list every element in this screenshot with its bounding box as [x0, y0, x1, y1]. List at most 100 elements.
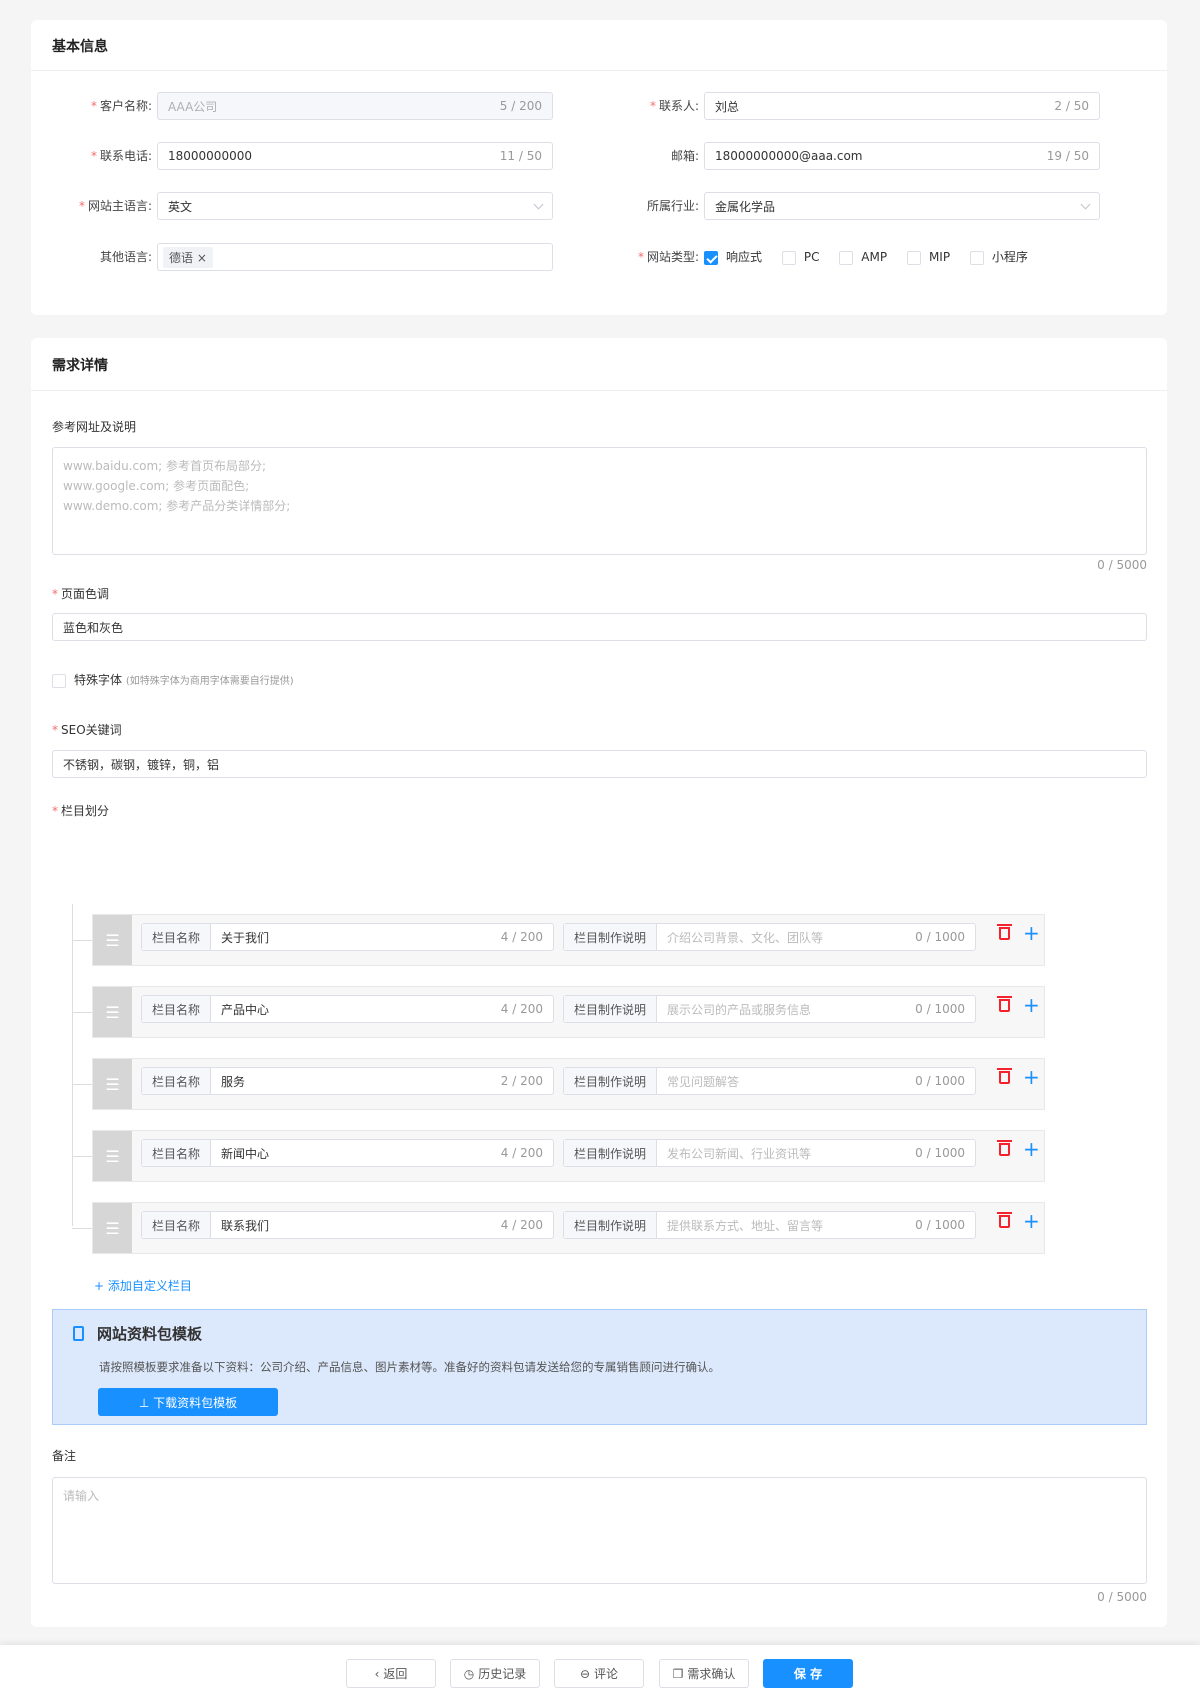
delete-icon[interactable]	[997, 1212, 1012, 1228]
column-desc-input[interactable]: 栏目制作说明 提供联系方式、地址、留言等 0 / 1000	[563, 1211, 976, 1239]
template-banner: 网站资料包模板 请按照模板要求准备以下资料：公司介绍、产品信息、图片素材等。准备…	[52, 1309, 1147, 1425]
column-name-input[interactable]: 栏目名称 新闻中心 4 / 200	[141, 1139, 554, 1167]
divider	[31, 70, 1167, 71]
column-name-input[interactable]: 栏目名称 关于我们 4 / 200	[141, 923, 554, 951]
close-icon[interactable]: ×	[197, 251, 207, 265]
seo-input[interactable]: 不锈钢，碳钢，镀锌，铜，铝	[52, 750, 1147, 778]
tree-branch	[72, 1084, 92, 1085]
column-desc-input[interactable]: 栏目制作说明 发布公司新闻、行业资讯等 0 / 1000	[563, 1139, 976, 1167]
input-value: 18000000000	[168, 149, 252, 163]
delete-icon[interactable]	[997, 996, 1012, 1012]
input-value: 服务	[221, 1074, 246, 1089]
column-name-input[interactable]: 栏目名称 服务 2 / 200	[141, 1067, 554, 1095]
reference-label: 参考网址及说明	[52, 420, 137, 434]
input-prefix: 栏目制作说明	[564, 924, 658, 950]
delete-icon[interactable]	[997, 1068, 1012, 1084]
column-row: ☰ 栏目名称 关于我们 4 / 200 栏目制作说明 介绍公司背景、文化、团队等…	[92, 914, 1045, 966]
input-prefix: 栏目名称	[142, 1140, 212, 1166]
column-name-input[interactable]: 栏目名称 联系我们 4 / 200	[141, 1211, 554, 1239]
customer-name-label: * 客户名称:	[90, 99, 152, 113]
char-count: 11 / 50	[499, 149, 542, 163]
main-language-select[interactable]: 英文	[157, 192, 553, 220]
add-icon[interactable]: +	[1023, 993, 1040, 1017]
input-value: 刘总	[715, 99, 740, 114]
page-color-input[interactable]: 蓝色和灰色	[52, 613, 1147, 641]
phone-label: * 联系电话:	[90, 149, 152, 163]
checkbox-icon	[52, 673, 66, 688]
font-hint: (如特殊字体为商用字体需要自行提供)	[125, 676, 294, 687]
checkbox-icon	[906, 250, 921, 265]
special-font-checkbox[interactable]: 特殊字体 (如特殊字体为商用字体需要自行提供)	[52, 671, 294, 688]
contact-input[interactable]: 刘总 2 / 50	[704, 92, 1100, 120]
email-input[interactable]: 18000000000@aaa.com 19 / 50	[704, 142, 1100, 170]
confirm-button[interactable]: ❐ 需求确认	[659, 1659, 749, 1688]
history-button[interactable]: ◷ 历史记录	[450, 1659, 540, 1688]
download-template-button[interactable]: ⊥ 下载资料包模板	[98, 1388, 278, 1416]
phone-input[interactable]: 18000000000 11 / 50	[157, 142, 553, 170]
checkbox-pc[interactable]: PC	[781, 250, 819, 265]
input-prefix: 栏目名称	[142, 1212, 212, 1238]
char-count: 0 / 1000	[915, 1002, 965, 1016]
char-count: 2 / 200	[500, 1074, 543, 1088]
drag-handle-icon[interactable]: ☰	[93, 915, 132, 965]
input-prefix: 栏目制作说明	[564, 1068, 658, 1094]
remark-textarea[interactable]: 请输入	[52, 1477, 1147, 1584]
add-icon[interactable]: +	[1023, 1209, 1040, 1233]
add-icon[interactable]: +	[1023, 1065, 1040, 1089]
checkbox-miniprogram[interactable]: 小程序	[969, 250, 1028, 265]
input-prefix: 栏目名称	[142, 996, 212, 1022]
delete-icon[interactable]	[997, 1140, 1012, 1156]
column-desc-input[interactable]: 栏目制作说明 展示公司的产品或服务信息 0 / 1000	[563, 995, 976, 1023]
input-value: AAA公司	[168, 99, 218, 114]
checkbox-amp[interactable]: AMP	[839, 250, 887, 265]
chevron-left-icon: ‹	[374, 1666, 380, 1681]
input-prefix: 栏目名称	[142, 1068, 212, 1094]
column-desc-input[interactable]: 栏目制作说明 介绍公司背景、文化、团队等 0 / 1000	[563, 923, 976, 951]
placeholder-line: www.demo.com; 参考产品分类详情部分;	[63, 499, 291, 513]
char-count: 0 / 1000	[915, 1074, 965, 1088]
char-count: 19 / 50	[1046, 149, 1089, 163]
chevron-down-icon	[533, 199, 544, 209]
main-language-label: * 网站主语言:	[78, 199, 152, 213]
column-name-input[interactable]: 栏目名称 产品中心 4 / 200	[141, 995, 554, 1023]
placeholder: 提供联系方式、地址、留言等	[667, 1218, 824, 1233]
tree-branch	[72, 1156, 92, 1157]
drag-handle-icon[interactable]: ☰	[93, 1203, 132, 1253]
add-custom-column-link[interactable]: + 添加自定义栏目	[94, 1277, 192, 1294]
char-count: 0 / 5000	[1097, 1590, 1147, 1604]
other-language-label: 其他语言:	[99, 250, 152, 264]
drag-handle-icon[interactable]: ☰	[93, 1131, 132, 1181]
input-value: 产品中心	[221, 1002, 270, 1017]
divider	[31, 390, 1167, 391]
checkbox-checked-icon	[704, 250, 718, 265]
add-icon[interactable]: +	[1023, 1137, 1040, 1161]
document-icon	[73, 1326, 84, 1341]
industry-select[interactable]: 金属化学品	[704, 192, 1100, 220]
other-language-select[interactable]: 德语 ×	[157, 243, 553, 271]
char-count: 0 / 5000	[1097, 558, 1147, 572]
clock-icon: ◷	[463, 1666, 475, 1681]
tree-branch	[72, 1228, 92, 1229]
checkbox-responsive[interactable]: 响应式	[704, 250, 762, 265]
add-icon[interactable]: +	[1023, 921, 1040, 945]
column-row: ☰ 栏目名称 服务 2 / 200 栏目制作说明 常见问题解答 0 / 1000…	[92, 1058, 1045, 1110]
tree-line	[72, 904, 73, 1226]
language-tag: 德语 ×	[163, 246, 213, 268]
input-value: 蓝色和灰色	[63, 620, 124, 635]
checkbox-icon	[781, 250, 796, 265]
checkbox-mip[interactable]: MIP	[906, 250, 950, 265]
select-value: 英文	[168, 199, 193, 214]
reference-textarea[interactable]: www.baidu.com; 参考首页布局部分; www.google.com;…	[52, 447, 1147, 555]
drag-handle-icon[interactable]: ☰	[93, 987, 132, 1037]
delete-icon[interactable]	[997, 924, 1012, 940]
column-desc-input[interactable]: 栏目制作说明 常见问题解答 0 / 1000	[563, 1067, 976, 1095]
seo-label: * SEO关键词	[52, 723, 122, 737]
save-button[interactable]: 保 存	[763, 1659, 853, 1688]
customer-name-input[interactable]: AAA公司 5 / 200	[157, 92, 553, 120]
email-label: 邮箱:	[670, 149, 699, 163]
drag-handle-icon[interactable]: ☰	[93, 1059, 132, 1109]
industry-label: 所属行业:	[646, 199, 699, 213]
back-button[interactable]: ‹ 返回	[346, 1659, 436, 1688]
comment-button[interactable]: ⊖ 评论	[554, 1659, 644, 1688]
input-value: 关于我们	[221, 930, 270, 945]
